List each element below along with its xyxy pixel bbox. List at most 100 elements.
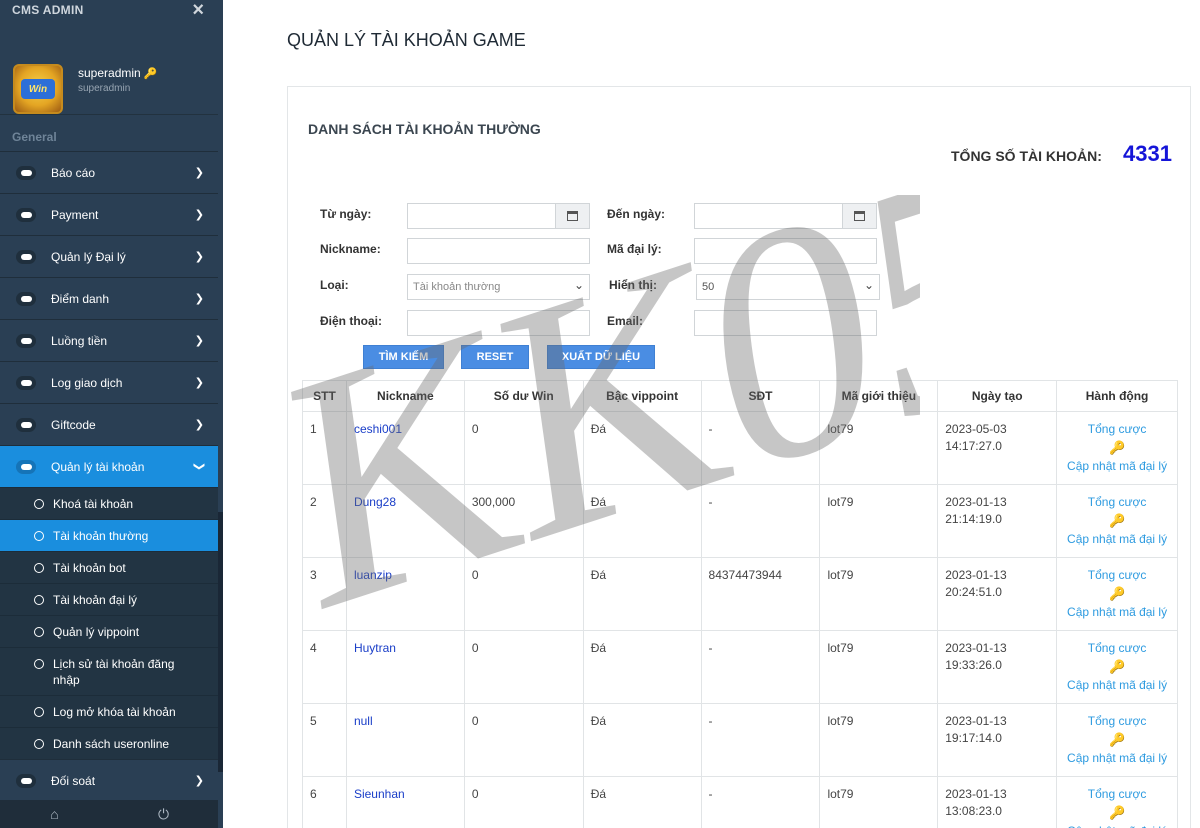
col-header-phone[interactable]: SĐT: [700, 380, 821, 412]
calendar-icon[interactable]: [555, 204, 589, 228]
update-agent-link[interactable]: Cập nhật mã đại lý: [1059, 750, 1175, 767]
total-bet-link[interactable]: Tổng cược: [1059, 421, 1175, 438]
circle-icon: [34, 659, 44, 669]
close-icon[interactable]: ×: [192, 0, 204, 20]
menu-item-luong-tien[interactable]: Luồng tiền ❯: [0, 319, 218, 361]
menu-item-log-giao-dich[interactable]: Log giao dịch ❯: [0, 361, 218, 403]
menu-label: Quản lý tài khoản: [51, 459, 145, 474]
col-header-stt[interactable]: STT: [302, 380, 347, 412]
power-icon[interactable]: ⏻: [109, 800, 218, 828]
menu-item-giftcode[interactable]: Giftcode ❯: [0, 403, 218, 445]
total-bet-link[interactable]: Tổng cược: [1059, 567, 1175, 584]
total-bet-link[interactable]: Tổng cược: [1059, 786, 1175, 803]
to-date-label: Đến ngày:: [607, 207, 666, 221]
circle-icon: [34, 594, 44, 605]
agent-code-label: Mã đại lý:: [607, 242, 662, 256]
chevron-right-icon: ❯: [194, 775, 204, 787]
section-label: General: [12, 130, 57, 144]
calendar-icon[interactable]: [842, 204, 876, 228]
cell-ref: lot79: [819, 776, 939, 828]
key-icon[interactable]: 🔑: [1059, 584, 1175, 604]
total-bet-link[interactable]: Tổng cược: [1059, 494, 1175, 511]
submenu-item-log-mo-khoa[interactable]: Log mở khóa tài khoản: [0, 695, 218, 727]
cell-created: 2023-01-13 19:33:26.0: [937, 630, 1058, 704]
submenu-item-khoa-tai-khoan[interactable]: Khoá tài khoản: [0, 487, 218, 519]
key-icon[interactable]: 🔑: [1059, 803, 1175, 823]
cell-nickname[interactable]: Sieunhan: [345, 776, 465, 828]
update-agent-link[interactable]: Cập nhật mã đại lý: [1059, 531, 1175, 548]
scrollbar-thumb[interactable]: [218, 512, 223, 772]
cell-vip: Đá: [582, 484, 702, 558]
cell-nickname[interactable]: ceshi001: [345, 411, 465, 485]
email-label: Email:: [607, 314, 644, 328]
col-header-vippoint[interactable]: Bậc vippoint: [582, 380, 702, 412]
to-date-input[interactable]: [694, 203, 877, 229]
menu-item-doi-soat[interactable]: Đối soát ❯: [0, 759, 218, 801]
col-header-balance[interactable]: Số dư Win: [463, 380, 584, 412]
total-bet-link[interactable]: Tổng cược: [1059, 713, 1175, 730]
agent-code-input[interactable]: [694, 238, 877, 264]
email-input[interactable]: [694, 310, 877, 336]
cell-nickname[interactable]: null: [345, 703, 465, 777]
key-icon[interactable]: 🔑: [1059, 438, 1175, 458]
update-agent-link[interactable]: Cập nhật mã đại lý: [1059, 677, 1175, 694]
reset-button[interactable]: RESET: [461, 345, 529, 369]
chevron-right-icon: ❯: [194, 377, 204, 389]
submenu-item-tai-khoan-dai-ly[interactable]: Tài khoản đại lý: [0, 583, 218, 615]
cell-stt: 6: [302, 776, 347, 828]
menu-item-payment[interactable]: Payment ❯: [0, 193, 218, 235]
cell-nickname[interactable]: luanzip: [345, 557, 465, 631]
key-icon[interactable]: 🔑: [1059, 657, 1175, 677]
display-label: Hiển thị:: [609, 278, 657, 292]
submenu-item-tai-khoan-thuong[interactable]: Tài khoản thường: [0, 519, 218, 551]
cell-phone: -: [700, 484, 821, 558]
sidebar-scrollbar[interactable]: [218, 0, 223, 828]
key-icon[interactable]: 🔑: [1059, 511, 1175, 531]
key-icon[interactable]: 🔑: [1059, 730, 1175, 750]
cell-ref: lot79: [819, 411, 939, 485]
col-header-ref-code[interactable]: Mã giới thiệu: [819, 380, 939, 412]
chevron-right-icon: ❯: [194, 209, 204, 221]
submenu-label: Quản lý vippoint: [53, 624, 140, 639]
submenu-label: Tài khoản thường: [53, 528, 149, 543]
profile-name: superadmin 🔑: [78, 66, 157, 80]
nickname-input[interactable]: [407, 238, 590, 264]
update-agent-link[interactable]: Cập nhật mã đại lý: [1059, 458, 1175, 475]
sidebar-menu: Báo cáo ❯ Payment ❯ Quản lý Đại lý ❯ Điểm d…: [0, 151, 218, 801]
display-select-value: 50: [702, 281, 715, 293]
submenu-item-quan-ly-vippoint[interactable]: Quản lý vippoint: [0, 615, 218, 647]
total-bet-link[interactable]: Tổng cược: [1059, 640, 1175, 657]
chevron-right-icon: ❯: [194, 419, 204, 431]
app-title: CMS ADMIN: [12, 3, 84, 17]
col-header-created[interactable]: Ngày tạo: [937, 380, 1058, 412]
link-icon: [16, 773, 36, 788]
submenu-item-lich-su-dang-nhap[interactable]: Lịch sử tài khoản đăng nhập: [0, 647, 218, 695]
export-button[interactable]: XUẤT DỮ LIỆU: [547, 345, 655, 369]
link-icon: [16, 165, 36, 180]
submenu-item-useronline[interactable]: Danh sách useronline: [0, 727, 218, 759]
menu-item-diem-danh[interactable]: Điểm danh ❯: [0, 277, 218, 319]
phone-input[interactable]: [407, 310, 590, 336]
menu-item-bao-cao[interactable]: Báo cáo ❯: [0, 151, 218, 193]
chevron-right-icon: ❯: [194, 335, 204, 347]
menu-item-quan-ly-tai-khoan[interactable]: Quản lý tài khoản ❯: [0, 445, 218, 487]
cell-nickname[interactable]: Dung28: [345, 484, 465, 558]
search-button[interactable]: TÌM KIẾM: [363, 345, 444, 369]
display-select[interactable]: 50 ⌄: [696, 274, 880, 300]
update-agent-link[interactable]: Cập nhật mã đại lý: [1059, 604, 1175, 621]
type-select[interactable]: Tài khoản thường ⌄: [407, 274, 590, 300]
cell-nickname[interactable]: Huytran: [345, 630, 465, 704]
logo-text: Win: [21, 79, 55, 99]
type-label: Loại:: [320, 278, 349, 292]
col-header-nickname[interactable]: Nickname: [345, 380, 465, 412]
update-agent-link[interactable]: Cập nhật mã đại lý: [1059, 823, 1175, 828]
from-date-input[interactable]: [407, 203, 590, 229]
menu-item-quan-ly-dai-ly[interactable]: Quản lý Đại lý ❯: [0, 235, 218, 277]
accounts-table: STT Nickname Số dư Win Bậc vippoint SĐT …: [302, 380, 1178, 828]
total-accounts-label: TỔNG SỐ TÀI KHOẢN:: [951, 148, 1102, 164]
circle-icon: [34, 626, 44, 637]
avatar: Win: [13, 64, 63, 114]
home-icon[interactable]: ⌂: [0, 800, 109, 828]
chevron-right-icon: ❯: [194, 293, 204, 305]
submenu-item-tai-khoan-bot[interactable]: Tài khoản bot: [0, 551, 218, 583]
